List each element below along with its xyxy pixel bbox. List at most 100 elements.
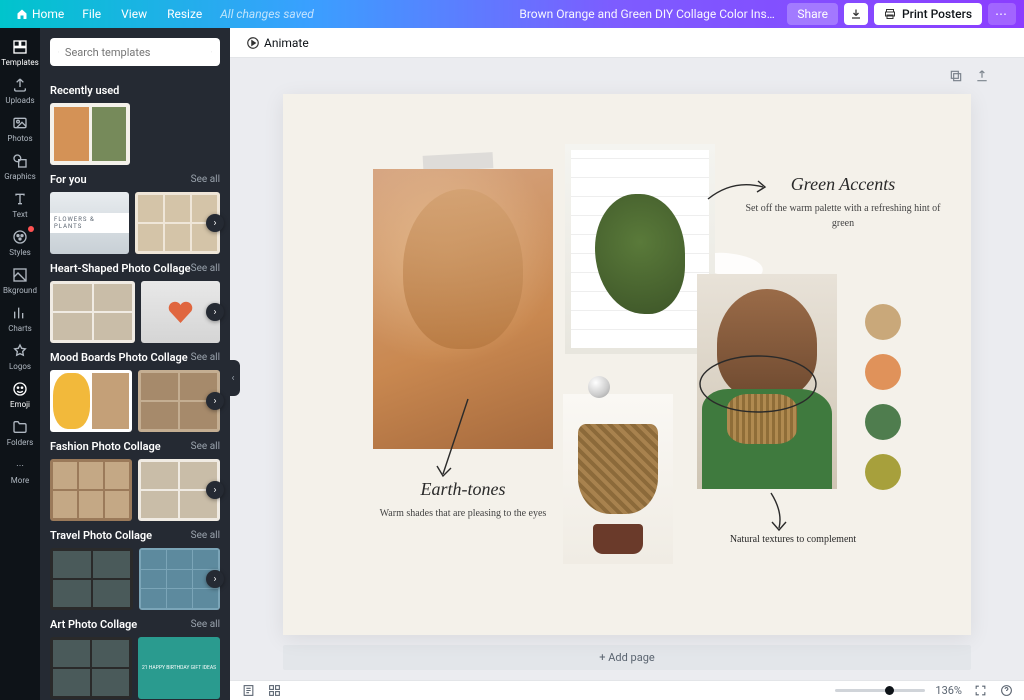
zoom-value: 136% xyxy=(935,684,962,697)
chevron-right-icon: › xyxy=(213,485,216,496)
home-button[interactable]: Home xyxy=(8,3,72,25)
saved-status: All changes saved xyxy=(220,7,314,21)
section-heart: Heart-Shaped Photo Collage xyxy=(50,262,191,275)
arrow-icon xyxy=(703,169,773,209)
chevron-right-icon: › xyxy=(213,307,216,318)
print-posters-button[interactable]: Print Posters xyxy=(874,3,982,25)
scroll-right-button[interactable]: › xyxy=(206,214,224,232)
rail-folders[interactable]: Folders xyxy=(0,414,40,452)
rail-charts[interactable]: Charts xyxy=(0,300,40,338)
download-button[interactable] xyxy=(844,3,868,25)
export-page-button[interactable] xyxy=(974,68,990,84)
duplicate-page-button[interactable] xyxy=(948,68,964,84)
rail-text[interactable]: Text xyxy=(0,186,40,224)
color-swatch[interactable] xyxy=(865,454,901,490)
section-art: Art Photo Collage xyxy=(50,618,137,631)
document-title[interactable]: Brown Orange and Green DIY Collage Color… xyxy=(519,7,779,21)
rail-uploads[interactable]: Uploads xyxy=(0,72,40,110)
search-icon xyxy=(58,46,59,58)
share-button[interactable]: Share xyxy=(787,3,838,25)
template-thumb[interactable] xyxy=(50,103,130,165)
annotation-earth-tones[interactable]: Earth-tones Warm shades that are pleasin… xyxy=(353,479,573,521)
logos-icon xyxy=(12,343,28,359)
new-badge xyxy=(28,226,34,232)
notes-button[interactable] xyxy=(240,683,256,699)
rail-graphics[interactable]: Graphics xyxy=(0,148,40,186)
template-thumb[interactable] xyxy=(50,281,135,343)
download-icon xyxy=(850,8,862,20)
see-all-link[interactable]: See all xyxy=(191,619,220,630)
fullscreen-icon xyxy=(974,684,987,697)
annotation-textures[interactable]: Natural textures to complement xyxy=(703,534,883,545)
grid-icon xyxy=(268,684,281,697)
scroll-right-button[interactable]: › xyxy=(206,570,224,588)
chevron-right-icon: › xyxy=(213,574,216,585)
folders-icon xyxy=(12,419,28,435)
color-swatch[interactable] xyxy=(865,304,901,340)
animate-icon xyxy=(246,36,260,50)
text-icon xyxy=(12,191,28,207)
rail-styles[interactable]: Styles xyxy=(0,224,40,262)
template-thumb[interactable]: FLOWERS & PLANTS xyxy=(50,192,129,254)
charts-icon xyxy=(12,305,28,321)
home-icon xyxy=(16,8,28,20)
uploads-icon xyxy=(12,77,28,93)
zoom-slider[interactable] xyxy=(835,689,925,692)
help-icon xyxy=(1000,684,1013,697)
more-button[interactable]: ⋯ xyxy=(988,3,1016,25)
emoji-icon xyxy=(12,381,28,397)
section-travel: Travel Photo Collage xyxy=(50,529,152,542)
graphics-icon xyxy=(12,153,28,169)
template-thumb[interactable] xyxy=(50,637,132,699)
chevron-right-icon: › xyxy=(213,396,216,407)
filter-icon[interactable] xyxy=(211,45,212,59)
add-page-button[interactable]: + Add page xyxy=(283,645,971,670)
rail-background[interactable]: Bkground xyxy=(0,262,40,300)
section-recent: Recently used xyxy=(50,84,119,97)
more-icon: ⋯ xyxy=(12,457,28,473)
template-thumb[interactable]: 21 HAPPY BIRTHDAY GIFT IDEAS xyxy=(138,637,220,699)
button-decoration xyxy=(588,376,610,398)
see-all-link[interactable]: See all xyxy=(191,441,220,452)
fullscreen-button[interactable] xyxy=(972,683,988,699)
view-menu[interactable]: View xyxy=(111,3,157,25)
see-all-link[interactable]: See all xyxy=(191,263,220,274)
copy-icon xyxy=(949,69,963,83)
rail-templates[interactable]: Templates xyxy=(0,34,40,72)
dots-icon: ⋯ xyxy=(995,7,1009,21)
help-button[interactable] xyxy=(998,683,1014,699)
grid-view-button[interactable] xyxy=(266,683,282,699)
collage-photo[interactable] xyxy=(565,144,715,354)
zoom-thumb[interactable] xyxy=(885,686,894,695)
see-all-link[interactable]: See all xyxy=(191,530,220,541)
scribble-oval xyxy=(693,349,823,419)
scroll-right-button[interactable]: › xyxy=(206,303,224,321)
see-all-link[interactable]: See all xyxy=(191,352,220,363)
scroll-right-button[interactable]: › xyxy=(206,392,224,410)
design-canvas[interactable]: Green Accents Set off the warm palette w… xyxy=(283,94,971,635)
rail-emoji[interactable]: Emoji xyxy=(0,376,40,414)
collapse-sidebar-button[interactable]: ‹ xyxy=(226,360,240,396)
annotation-green-accents[interactable]: Green Accents Set off the warm palette w… xyxy=(743,174,943,231)
scroll-right-button[interactable]: › xyxy=(206,481,224,499)
template-thumb[interactable] xyxy=(50,459,132,521)
rail-more[interactable]: ⋯ More xyxy=(0,452,40,490)
templates-icon xyxy=(12,39,28,55)
color-swatch[interactable] xyxy=(865,354,901,390)
search-input[interactable] xyxy=(65,46,205,59)
photos-icon xyxy=(12,115,28,131)
template-thumb[interactable] xyxy=(50,370,132,432)
resize-menu[interactable]: Resize xyxy=(157,3,212,25)
chevron-right-icon: › xyxy=(213,218,216,229)
color-swatch[interactable] xyxy=(865,404,901,440)
rail-photos[interactable]: Photos xyxy=(0,110,40,148)
search-templates[interactable] xyxy=(50,38,220,66)
collage-photo[interactable] xyxy=(563,394,673,564)
arrow-icon xyxy=(433,394,483,484)
notes-icon xyxy=(242,684,255,697)
template-thumb[interactable] xyxy=(50,548,133,610)
see-all-link[interactable]: See all xyxy=(191,174,220,185)
rail-logos[interactable]: Logos xyxy=(0,338,40,376)
animate-button[interactable]: Animate xyxy=(240,33,315,53)
file-menu[interactable]: File xyxy=(72,3,111,25)
